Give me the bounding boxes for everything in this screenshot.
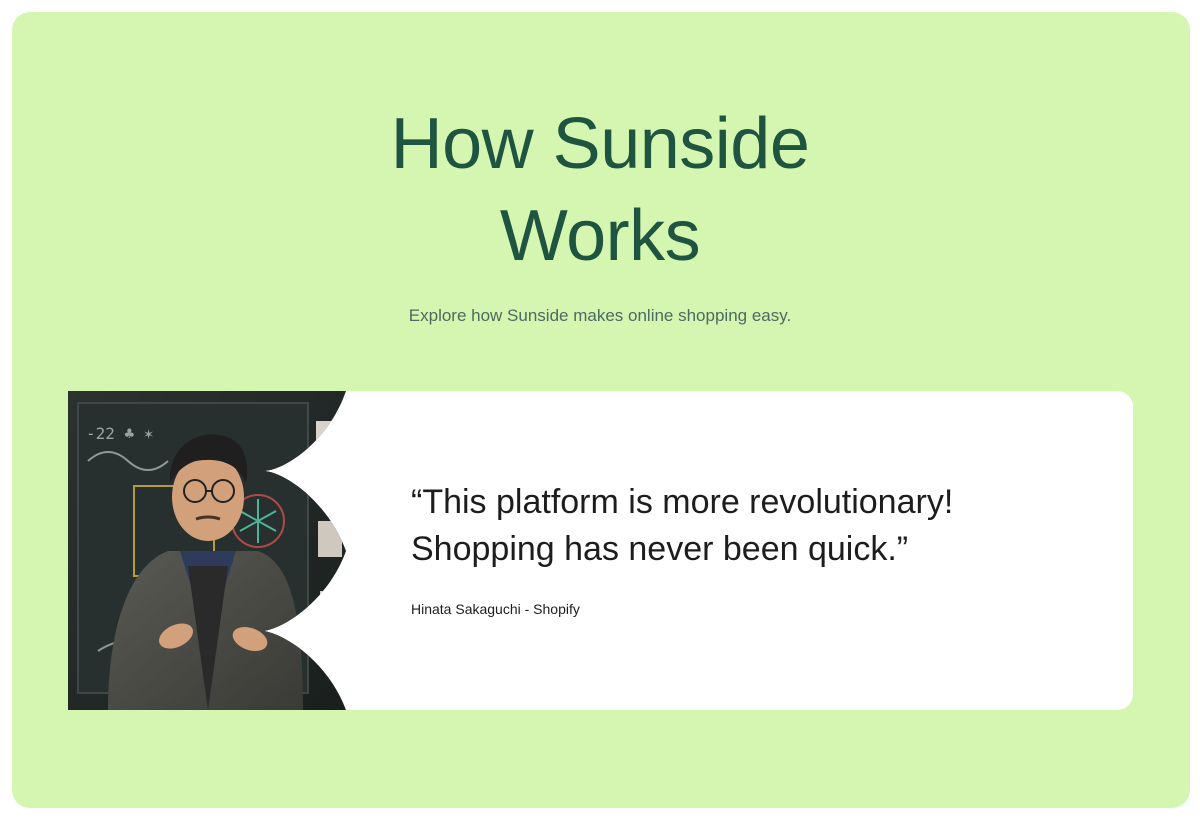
testimonial-quote: “This platform is more revolutionary! Sh…: [411, 479, 1091, 573]
page-subtitle: Explore how Sunside makes online shoppin…: [408, 306, 792, 325]
svg-text:-22 ♣ ✶: -22 ♣ ✶: [86, 424, 154, 443]
testimonial-author: Hinata Sakaguchi - Shopify: [411, 601, 580, 617]
testimonial-quote-line-2: Shopping has never been quick.”: [411, 530, 909, 568]
testimonial-card: -22 ♣ ✶ “This platform is more revolutio…: [68, 391, 1133, 710]
page-title: How Sunside Works: [0, 98, 1200, 282]
person-photo-icon: -22 ♣ ✶: [68, 391, 346, 710]
testimonial-quote-line-1: “This platform is more revolutionary!: [411, 483, 954, 521]
page-title-line-1: How Sunside: [390, 104, 810, 184]
page-title-line-2: Works: [499, 196, 701, 276]
